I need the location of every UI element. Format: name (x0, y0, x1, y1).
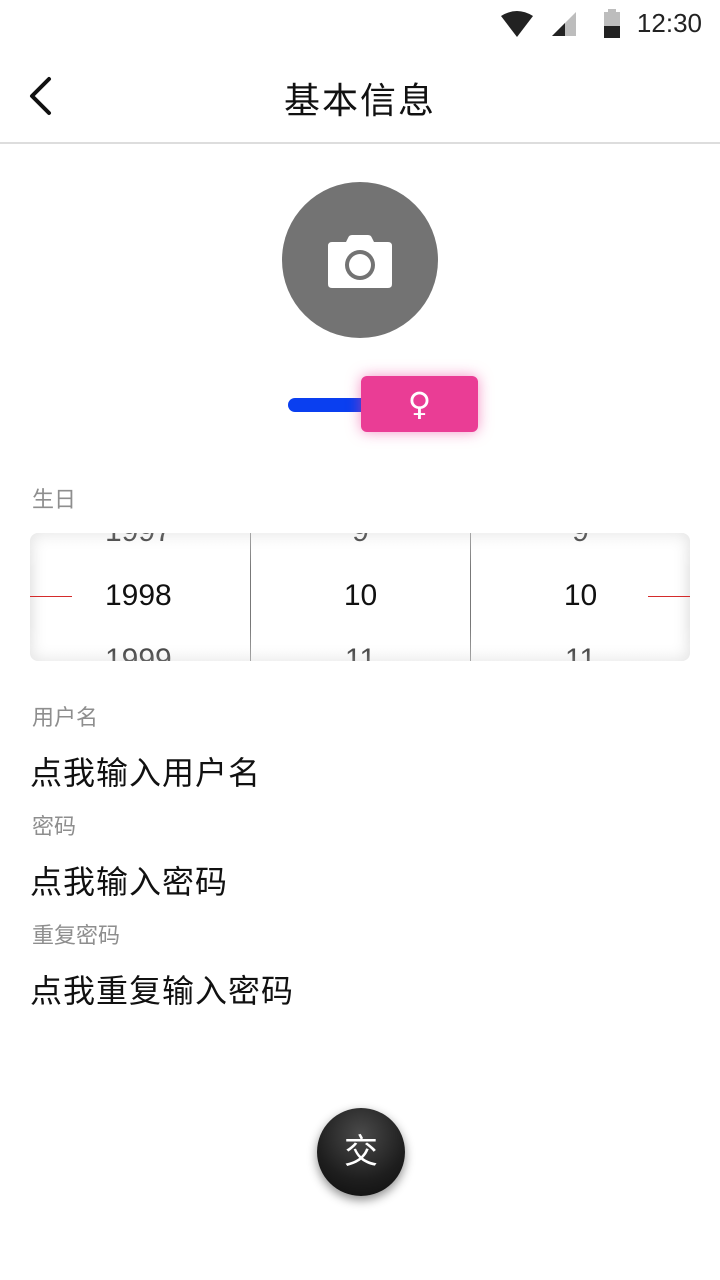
wifi-icon (501, 11, 533, 37)
gender-toggle[interactable]: ♀ (288, 376, 480, 434)
status-bar: 12:30 (0, 0, 720, 48)
camera-icon (328, 235, 392, 288)
month-next-item[interactable]: 11 (251, 643, 470, 661)
username-label: 用户名 (32, 706, 99, 731)
birthday-label: 生日 (32, 488, 77, 513)
submit-label: 交 (344, 1132, 378, 1172)
selection-indicator-right (648, 596, 690, 597)
confirm-password-label: 重复密码 (32, 924, 121, 949)
year-wheel[interactable]: 1997 1998 1999 (30, 533, 250, 661)
header: 基本信息 (0, 48, 720, 144)
password-input[interactable]: 点我输入密码 (30, 857, 228, 903)
month-selected-item[interactable]: 10 (251, 579, 470, 613)
year-prev-item[interactable]: 1997 (30, 533, 250, 549)
month-prev-item[interactable]: 9 (251, 533, 470, 549)
cell-signal-icon (552, 12, 576, 36)
female-icon: ♀ (407, 385, 432, 423)
birthday-picker: 1997 1998 1999 9 10 11 9 10 11 (30, 533, 690, 661)
confirm-password-input[interactable]: 点我重复输入密码 (30, 966, 294, 1012)
battery-icon (604, 9, 620, 38)
year-next-item[interactable]: 1999 (30, 643, 250, 661)
avatar-upload-button[interactable] (282, 182, 438, 338)
gender-toggle-thumb[interactable]: ♀ (361, 376, 478, 432)
day-next-item[interactable]: 11 (471, 643, 690, 661)
selection-indicator-left (30, 596, 72, 597)
month-wheel[interactable]: 9 10 11 (250, 533, 470, 661)
password-label: 密码 (32, 815, 77, 840)
username-input[interactable]: 点我输入用户名 (30, 748, 261, 794)
submit-button[interactable]: 交 (317, 1108, 405, 1196)
register-screen: 12:30 基本信息 ♀ 生日 1997 1998 1999 (0, 0, 720, 1280)
page-title: 基本信息 (283, 81, 436, 122)
day-wheel[interactable]: 9 10 11 (470, 533, 690, 661)
day-prev-item[interactable]: 9 (471, 533, 690, 549)
status-time: 12:30 (636, 8, 702, 38)
